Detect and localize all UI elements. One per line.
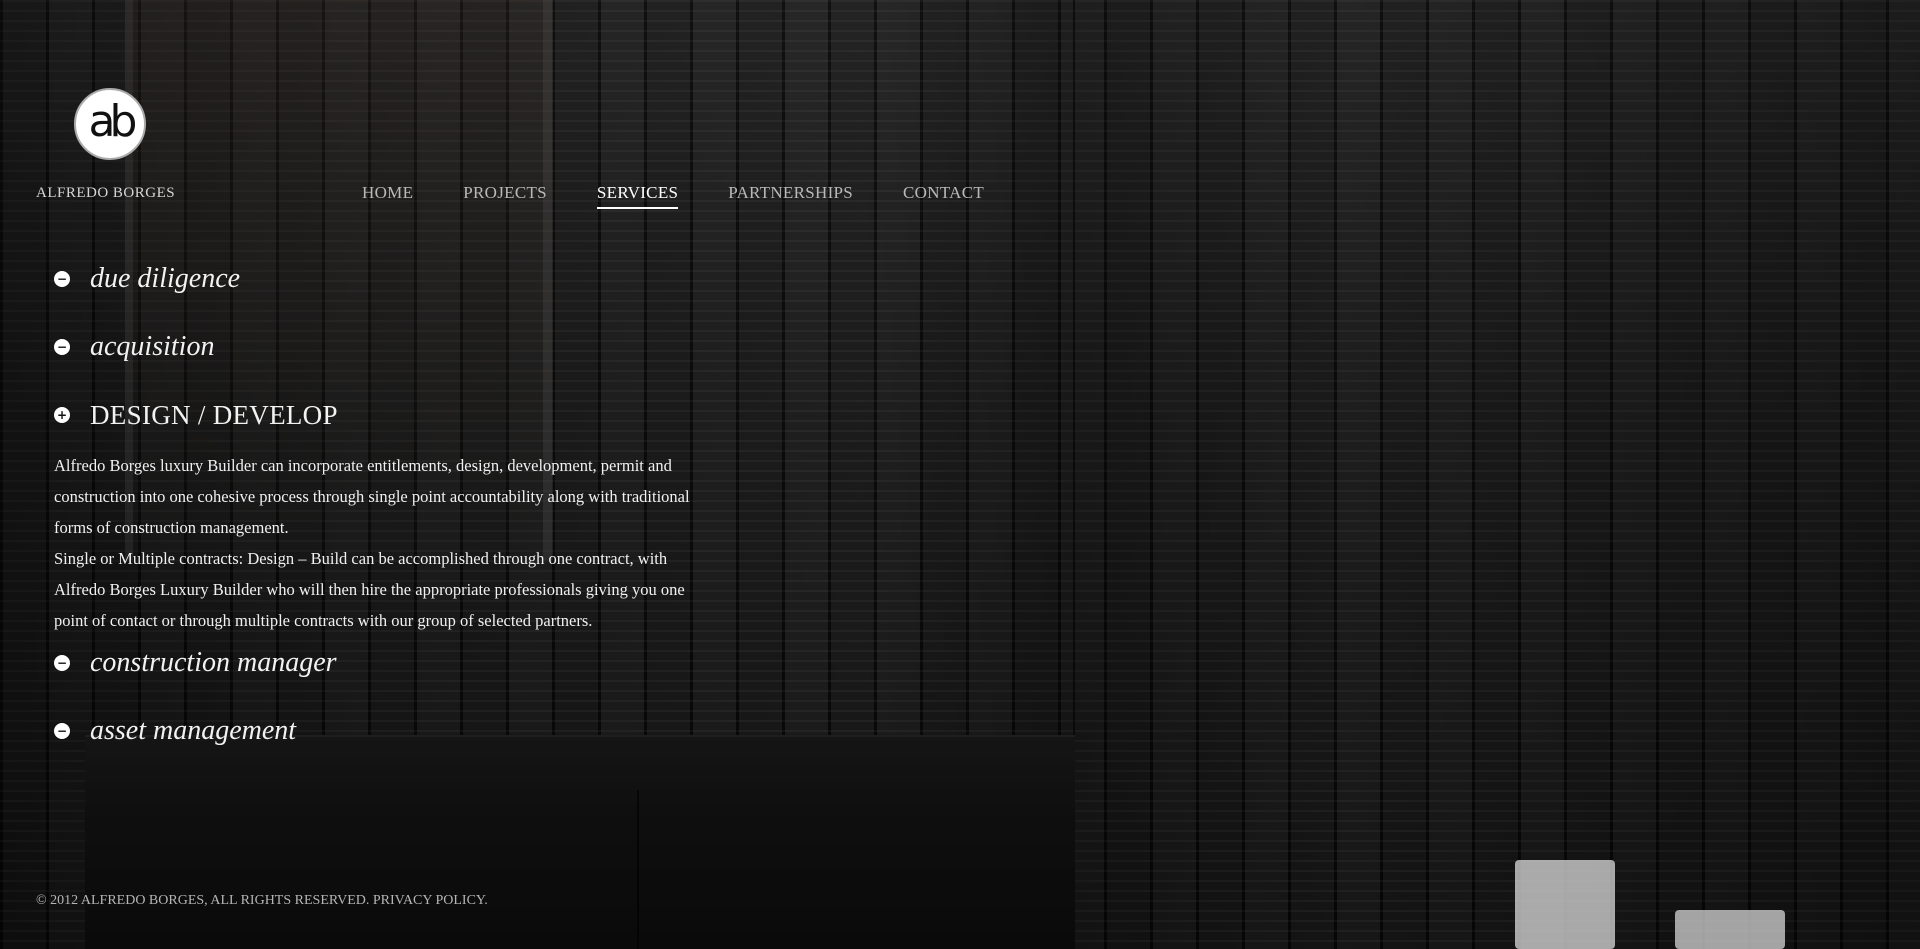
logo-mark: ab (88, 96, 138, 147)
service-item: − construction manager (54, 646, 734, 680)
minus-circle-icon[interactable]: − (54, 339, 70, 355)
background-fixture (1515, 860, 1615, 949)
brand-name: ALFREDO BORGES (36, 185, 176, 201)
nav-item-projects[interactable]: PROJECTS (463, 183, 547, 209)
footer-copyright[interactable]: © 2012 ALFREDO BORGES, ALL RIGHTS RESERV… (36, 893, 488, 909)
service-paragraph: Single or Multiple contracts: Design – B… (54, 549, 685, 630)
service-title[interactable]: due diligence (90, 263, 240, 295)
service-title[interactable]: construction manager (90, 647, 337, 679)
service-item: − acquisition (54, 330, 734, 364)
service-toggle-header[interactable]: + DESIGN / DEVELOP (54, 398, 734, 432)
service-title[interactable]: DESIGN / DEVELOP (90, 400, 338, 431)
service-description: Alfredo Borges luxury Builder can incorp… (54, 450, 714, 636)
service-title[interactable]: asset management (90, 715, 296, 747)
plus-circle-icon[interactable]: + (54, 407, 70, 423)
service-item: − due diligence (54, 262, 734, 296)
background-fixture (1675, 910, 1785, 949)
nav-item-contact[interactable]: CONTACT (903, 183, 984, 209)
service-toggle-header[interactable]: − construction manager (54, 646, 734, 680)
minus-circle-icon[interactable]: − (54, 655, 70, 671)
service-item: − asset management (54, 714, 734, 748)
service-item: + DESIGN / DEVELOP Alfredo Borges luxury B… (54, 398, 734, 636)
logo-link[interactable]: ab (74, 88, 146, 160)
nav-item-partnerships[interactable]: PARTNERSHIPS (728, 183, 853, 209)
main-nav: HOME PROJECTS SERVICES PARTNERSHIPS CONTACT (362, 183, 984, 209)
service-toggle-header[interactable]: − asset management (54, 714, 734, 748)
nav-item-services[interactable]: SERVICES (596, 183, 679, 209)
nav-item-home[interactable]: HOME (362, 183, 413, 209)
service-title[interactable]: acquisition (90, 331, 214, 363)
service-paragraph: Alfredo Borges luxury Builder can incorp… (54, 456, 690, 537)
service-toggle-header[interactable]: − acquisition (54, 330, 734, 364)
background-cabinet-split (637, 790, 639, 949)
service-toggle-header[interactable]: − due diligence (54, 262, 734, 296)
minus-circle-icon[interactable]: − (54, 723, 70, 739)
services-accordion: − due diligence − acquisition + DESIGN / DEVE… (54, 262, 734, 782)
minus-circle-icon[interactable]: − (54, 271, 70, 287)
page: ab ALFREDO BORGES HOME PROJECTS SERVICES PA… (0, 0, 1920, 949)
